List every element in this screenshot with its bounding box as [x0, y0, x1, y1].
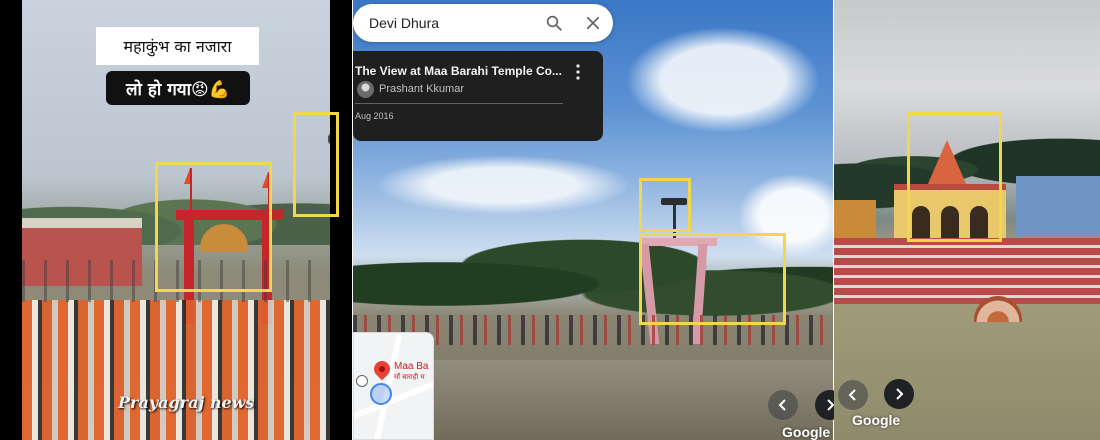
- author-avatar[interactable]: [357, 81, 374, 98]
- orange-shed: [834, 200, 876, 240]
- highlight-box-pole-streetview: [639, 178, 691, 232]
- street-view-position-icon: [370, 383, 392, 405]
- search-input[interactable]: [369, 15, 529, 31]
- google-logo: Google: [852, 412, 901, 428]
- video-watermark: Prayagraj news: [118, 393, 255, 412]
- highlight-box-temple: [907, 112, 1002, 242]
- search-icon[interactable]: [545, 14, 563, 32]
- author-name[interactable]: Prashant Kkumar: [379, 83, 464, 95]
- map-place-label: Maa Ba: [394, 361, 429, 372]
- crowd: [22, 260, 330, 440]
- highlight-box-gate-streetview: [639, 233, 786, 325]
- chevron-right-icon: [896, 388, 904, 400]
- cloud: [353, 150, 653, 220]
- video-caption-line2: लो हो गया😡💪: [106, 71, 250, 105]
- chevron-left-icon: [778, 399, 786, 411]
- close-icon[interactable]: [584, 14, 602, 32]
- photo-info-card[interactable]: The View at Maa Barahi Temple Co... Pras…: [353, 51, 603, 141]
- temple-steps: [834, 238, 1100, 304]
- compass-icon[interactable]: [356, 375, 368, 387]
- card-divider: [355, 103, 563, 104]
- google-logo: Google: [782, 424, 831, 440]
- next-photo-button[interactable]: [884, 379, 914, 409]
- highlight-box-pole-video: [293, 112, 339, 217]
- video-caption-line1: महाकुंभ का नजारा: [96, 27, 259, 65]
- blue-building: [1016, 176, 1100, 236]
- comparison-collage: महाकुंभ का नजारा लो हो गया😡💪 Prayagraj n…: [0, 0, 1100, 440]
- previous-photo-button[interactable]: [768, 390, 798, 420]
- chevron-left-icon: [848, 389, 856, 401]
- photo-title[interactable]: The View at Maa Barahi Temple Co...: [355, 64, 562, 78]
- mini-map[interactable]: Maa Ba माँ बाराही म: [353, 332, 434, 440]
- maps-search-box[interactable]: [353, 4, 613, 42]
- cloud: [613, 20, 833, 140]
- photo-date: Aug 2016: [355, 111, 394, 121]
- highlight-box-gate-video: [155, 162, 272, 292]
- kebab-menu-icon[interactable]: [571, 63, 585, 81]
- map-place-sublabel: माँ बाराही म: [394, 373, 425, 381]
- previous-photo-button[interactable]: [838, 380, 868, 410]
